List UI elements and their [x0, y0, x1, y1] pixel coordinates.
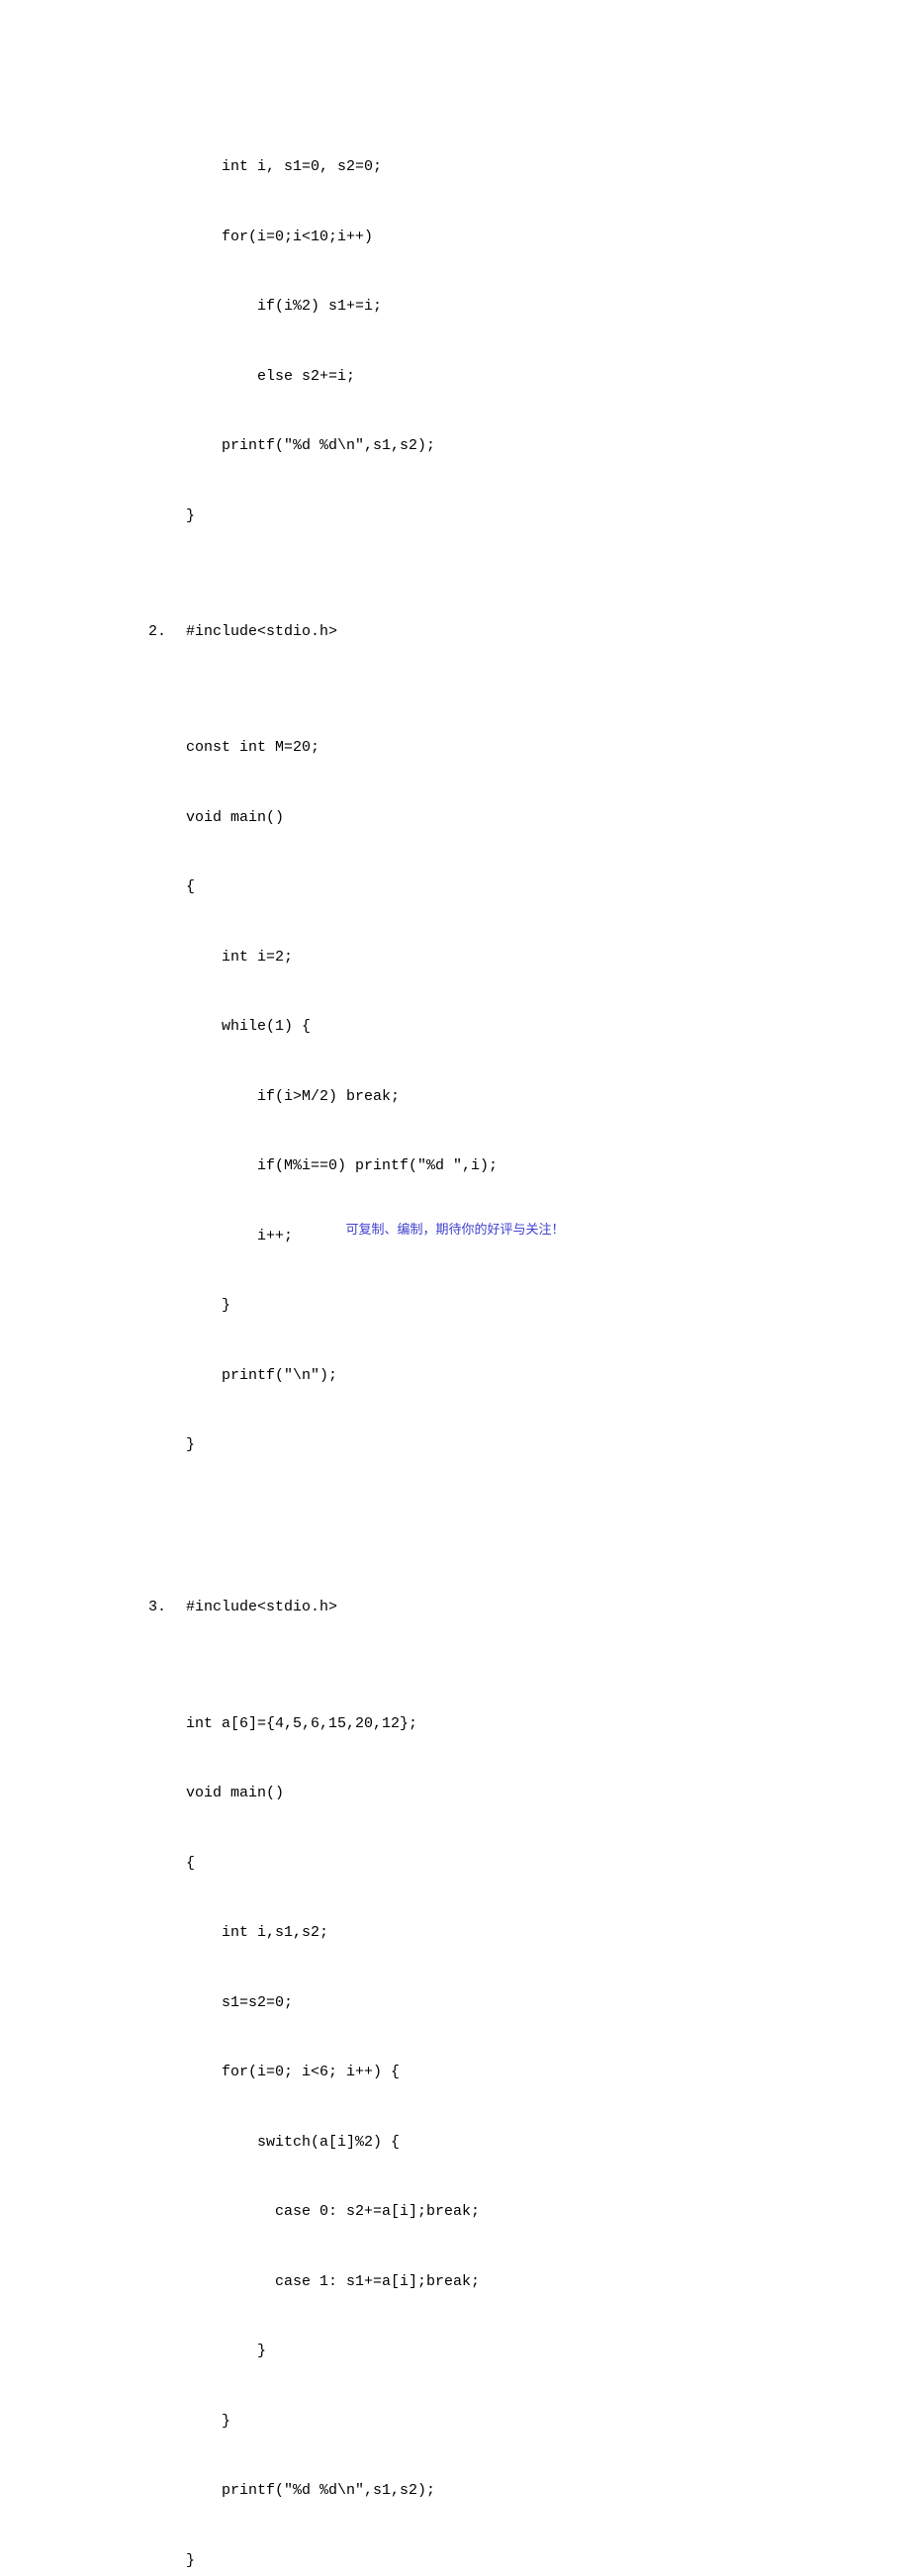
code-line: int a[6]={4,5,6,15,20,12}; — [186, 1712, 762, 1736]
code-line: while(1) { — [186, 1015, 762, 1039]
code-line: } — [186, 1433, 762, 1457]
code-line: } — [186, 2340, 762, 2363]
code-line: { — [186, 1852, 762, 1876]
page-footer: 可复制、编制，期待你的好评与关注！ — [0, 1218, 910, 1242]
code-line: printf("%d %d\n",s1,s2); — [186, 434, 762, 458]
code-line: if(M%i==0) printf("%d ",i); — [186, 1154, 762, 1178]
code-line: switch(a[i]%2) { — [186, 2131, 762, 2155]
code-line: if(i%2) s1+=i; — [186, 295, 762, 319]
code-line: { — [186, 875, 762, 899]
code-line: printf("%d %d\n",s1,s2); — [186, 2479, 762, 2503]
code-line: int i,s1,s2; — [186, 1921, 762, 1945]
section-number: 3. — [148, 1596, 186, 1619]
code-line: for(i=0; i<6; i++) { — [186, 2061, 762, 2084]
code-line: case 1: s1+=a[i];break; — [186, 2270, 762, 2294]
code-line: } — [186, 2549, 762, 2573]
section-number: 2. — [148, 620, 186, 644]
code-line: } — [186, 505, 762, 528]
code-line: if(i>M/2) break; — [186, 1085, 762, 1109]
section-header: 2. #include<stdio.h> — [148, 620, 762, 644]
code-block-2: 2. #include<stdio.h> const int M=20; voi… — [148, 574, 762, 1527]
code-line: printf("\n"); — [186, 1364, 762, 1388]
code-line: for(i=0;i<10;i++) — [186, 226, 762, 249]
code-line: #include<stdio.h> — [186, 1596, 337, 1619]
code-line: } — [186, 1294, 762, 1318]
code-block-3: 3. #include<stdio.h> int a[6]={4,5,6,15,… — [148, 1549, 762, 2576]
section-body: int a[6]={4,5,6,15,20,12}; void main() {… — [148, 1666, 762, 2576]
code-line: void main() — [186, 1782, 762, 1805]
code-line: void main() — [186, 806, 762, 830]
code-line: } — [186, 2410, 762, 2434]
code-block-1: int i, s1=0, s2=0; for(i=0;i<10;i++) if(… — [148, 109, 762, 551]
code-line: int i=2; — [186, 946, 762, 969]
code-line: else s2+=i; — [186, 365, 762, 389]
code-line: #include<stdio.h> — [186, 620, 337, 644]
code-line: s1=s2=0; — [186, 1991, 762, 2015]
section-header: 3. #include<stdio.h> — [148, 1596, 762, 1619]
section-body: const int M=20; void main() { int i=2; w… — [148, 690, 762, 1504]
code-line: case 0: s2+=a[i];break; — [186, 2200, 762, 2224]
code-line: int i, s1=0, s2=0; — [186, 155, 762, 179]
code-line: const int M=20; — [186, 736, 762, 760]
